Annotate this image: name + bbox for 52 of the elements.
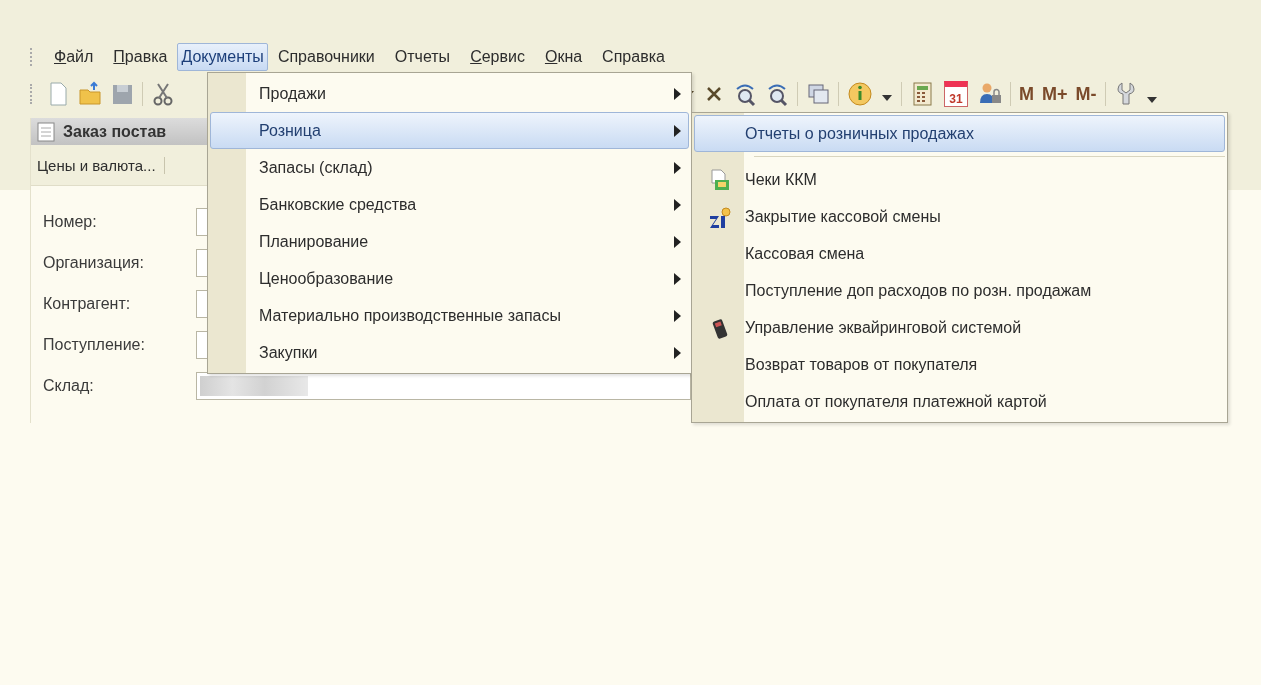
submenu-arrow-icon [672,85,682,102]
submenu-arrow-icon [672,270,682,287]
input-field[interactable] [196,372,691,400]
menu-item[interactable]: Отчеты [384,43,461,71]
submenu-arrow-icon [672,196,682,213]
submenu-arrow-icon [672,307,682,324]
receipt-icon [709,168,731,191]
menu-item[interactable]: Материально производственные запасы [210,297,689,334]
menu-item[interactable]: Справочники [267,43,385,71]
menu-item[interactable]: Справка [592,43,675,71]
windows-icon[interactable] [806,81,830,107]
letter-key-icon [709,205,731,228]
open-folder-icon[interactable] [78,81,102,107]
menu-item[interactable]: Розница [210,112,689,149]
menu-item[interactable]: Отчеты о розничных продажах [694,115,1225,152]
menu-item[interactable]: Ценообразование [210,260,689,297]
menu-item[interactable]: Планирование [210,223,689,260]
info-icon[interactable] [847,81,873,107]
menu-item[interactable]: Возврат товаров от покупателя [694,346,1225,383]
calculator-icon[interactable] [910,81,934,107]
memory-button[interactable]: M+ [1038,83,1072,105]
menu-item[interactable]: Закупки [210,334,689,371]
menu-item[interactable]: Сервис [460,43,535,71]
field-label: Склад: [43,377,95,395]
calendar-icon[interactable]: 31 [944,81,968,107]
field-label: Поступление: [43,336,146,354]
menu-item[interactable]: Правка [103,43,178,71]
document-icon[interactable] [37,121,55,142]
menu-item[interactable]: Чеки ККМ [694,161,1225,198]
menu-item[interactable]: Управление эквайринговой системой [694,309,1225,346]
memory-button[interactable]: M [1015,83,1038,105]
field-label: Организация: [43,254,145,272]
field-label: Номер: [43,213,98,231]
submenu-arrow-icon [672,159,682,176]
field-label: Контрагент: [43,295,132,313]
menu-item[interactable]: Поступление доп расходов по розн. продажам [694,272,1225,309]
scissors-icon[interactable] [151,81,175,107]
menu-item[interactable]: Кассовая смена [694,235,1225,272]
window-title: Заказ постав [63,122,167,141]
memory-button[interactable]: M- [1071,83,1101,105]
menu-item[interactable]: Продажи [210,75,689,112]
menu-item[interactable]: Окна [534,43,593,71]
menu-item[interactable]: Закрытие кассовой смены [694,198,1225,235]
submenu-arrow-icon [672,344,682,361]
menu-item[interactable]: Файл [44,43,104,71]
command-button[interactable]: Цены и валюта... [37,156,165,174]
submenu-arrow-icon [672,233,682,250]
submenu-arrow-icon [672,122,682,139]
menu-item[interactable]: Документы [177,43,268,71]
menu-item[interactable]: Банковские средства [210,186,689,223]
menu-item[interactable]: Запасы (склад) [210,149,689,186]
menu-item[interactable]: Оплата от покупателя платежной картой [694,383,1225,420]
